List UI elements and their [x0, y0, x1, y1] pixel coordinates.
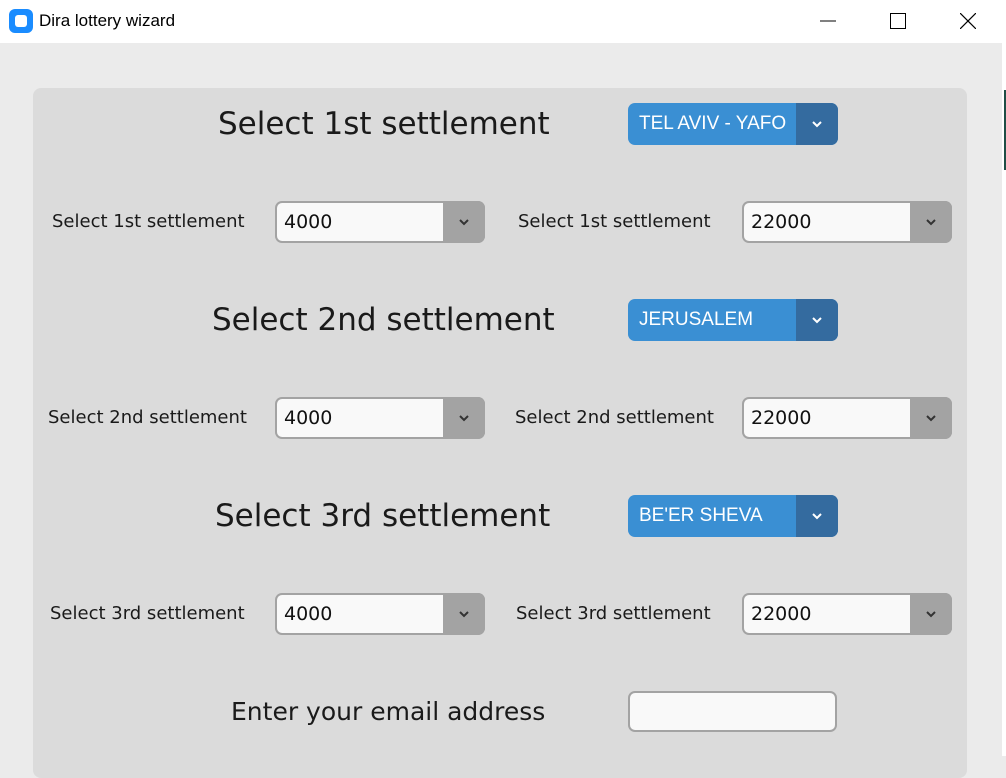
section-2-right-label: Select 2nd settlement — [515, 407, 714, 428]
left-select-value: 4000 — [277, 399, 443, 437]
section-3-left-label: Select 3rd settlement — [50, 603, 245, 624]
maximize-button[interactable] — [875, 0, 921, 43]
section-2-left-label: Select 2nd settlement — [48, 407, 247, 428]
city-select-value: BE'ER SHEVA — [639, 505, 763, 526]
chevron-down-icon[interactable] — [910, 593, 952, 635]
app-icon — [9, 9, 33, 33]
section-1-left-label: Select 1st settlement — [52, 211, 245, 232]
window-edge — [1002, 43, 1006, 756]
section-1-right-label: Select 1st settlement — [518, 211, 711, 232]
chevron-down-icon[interactable] — [443, 593, 485, 635]
maximize-icon — [890, 13, 906, 29]
chevron-down-icon[interactable] — [796, 103, 838, 145]
close-icon — [960, 13, 976, 29]
minimize-button[interactable] — [805, 0, 851, 43]
section-1-left-select[interactable]: 4000 — [275, 201, 485, 243]
section-2-right-select[interactable]: 22000 — [742, 397, 952, 439]
window-title: Dira lottery wizard — [39, 11, 176, 30]
city-select-value: JERUSALEM — [639, 309, 754, 330]
chevron-down-icon[interactable] — [796, 299, 838, 341]
minimize-icon — [820, 20, 836, 22]
chevron-down-icon[interactable] — [910, 397, 952, 439]
right-select-value: 22000 — [744, 203, 910, 241]
section-2-left-select[interactable]: 4000 — [275, 397, 485, 439]
section-1-city-select[interactable]: TEL AVIV - YAFO — [628, 103, 838, 145]
chevron-down-icon[interactable] — [796, 495, 838, 537]
right-select-value: 22000 — [744, 595, 910, 633]
chevron-down-icon[interactable] — [443, 397, 485, 439]
section-3-heading: Select 3rd settlement — [215, 498, 551, 534]
section-3-right-label: Select 3rd settlement — [516, 603, 711, 624]
close-button[interactable] — [945, 0, 991, 43]
right-select-value: 22000 — [744, 399, 910, 437]
section-1-heading: Select 1st settlement — [218, 106, 550, 142]
left-select-value: 4000 — [277, 203, 443, 241]
section-1-right-select[interactable]: 22000 — [742, 201, 952, 243]
email-field[interactable] — [628, 691, 837, 732]
chevron-down-icon[interactable] — [443, 201, 485, 243]
section-3-right-select[interactable]: 22000 — [742, 593, 952, 635]
section-2-city-select[interactable]: JERUSALEM — [628, 299, 838, 341]
section-2-heading: Select 2nd settlement — [212, 302, 555, 338]
left-select-value: 4000 — [277, 595, 443, 633]
email-label: Enter your email address — [231, 697, 546, 726]
section-3-city-select[interactable]: BE'ER SHEVA — [628, 495, 838, 537]
chevron-down-icon[interactable] — [910, 201, 952, 243]
city-select-value: TEL AVIV - YAFO — [639, 113, 787, 134]
section-3-left-select[interactable]: 4000 — [275, 593, 485, 635]
title-bar: Dira lottery wizard — [0, 0, 1006, 43]
